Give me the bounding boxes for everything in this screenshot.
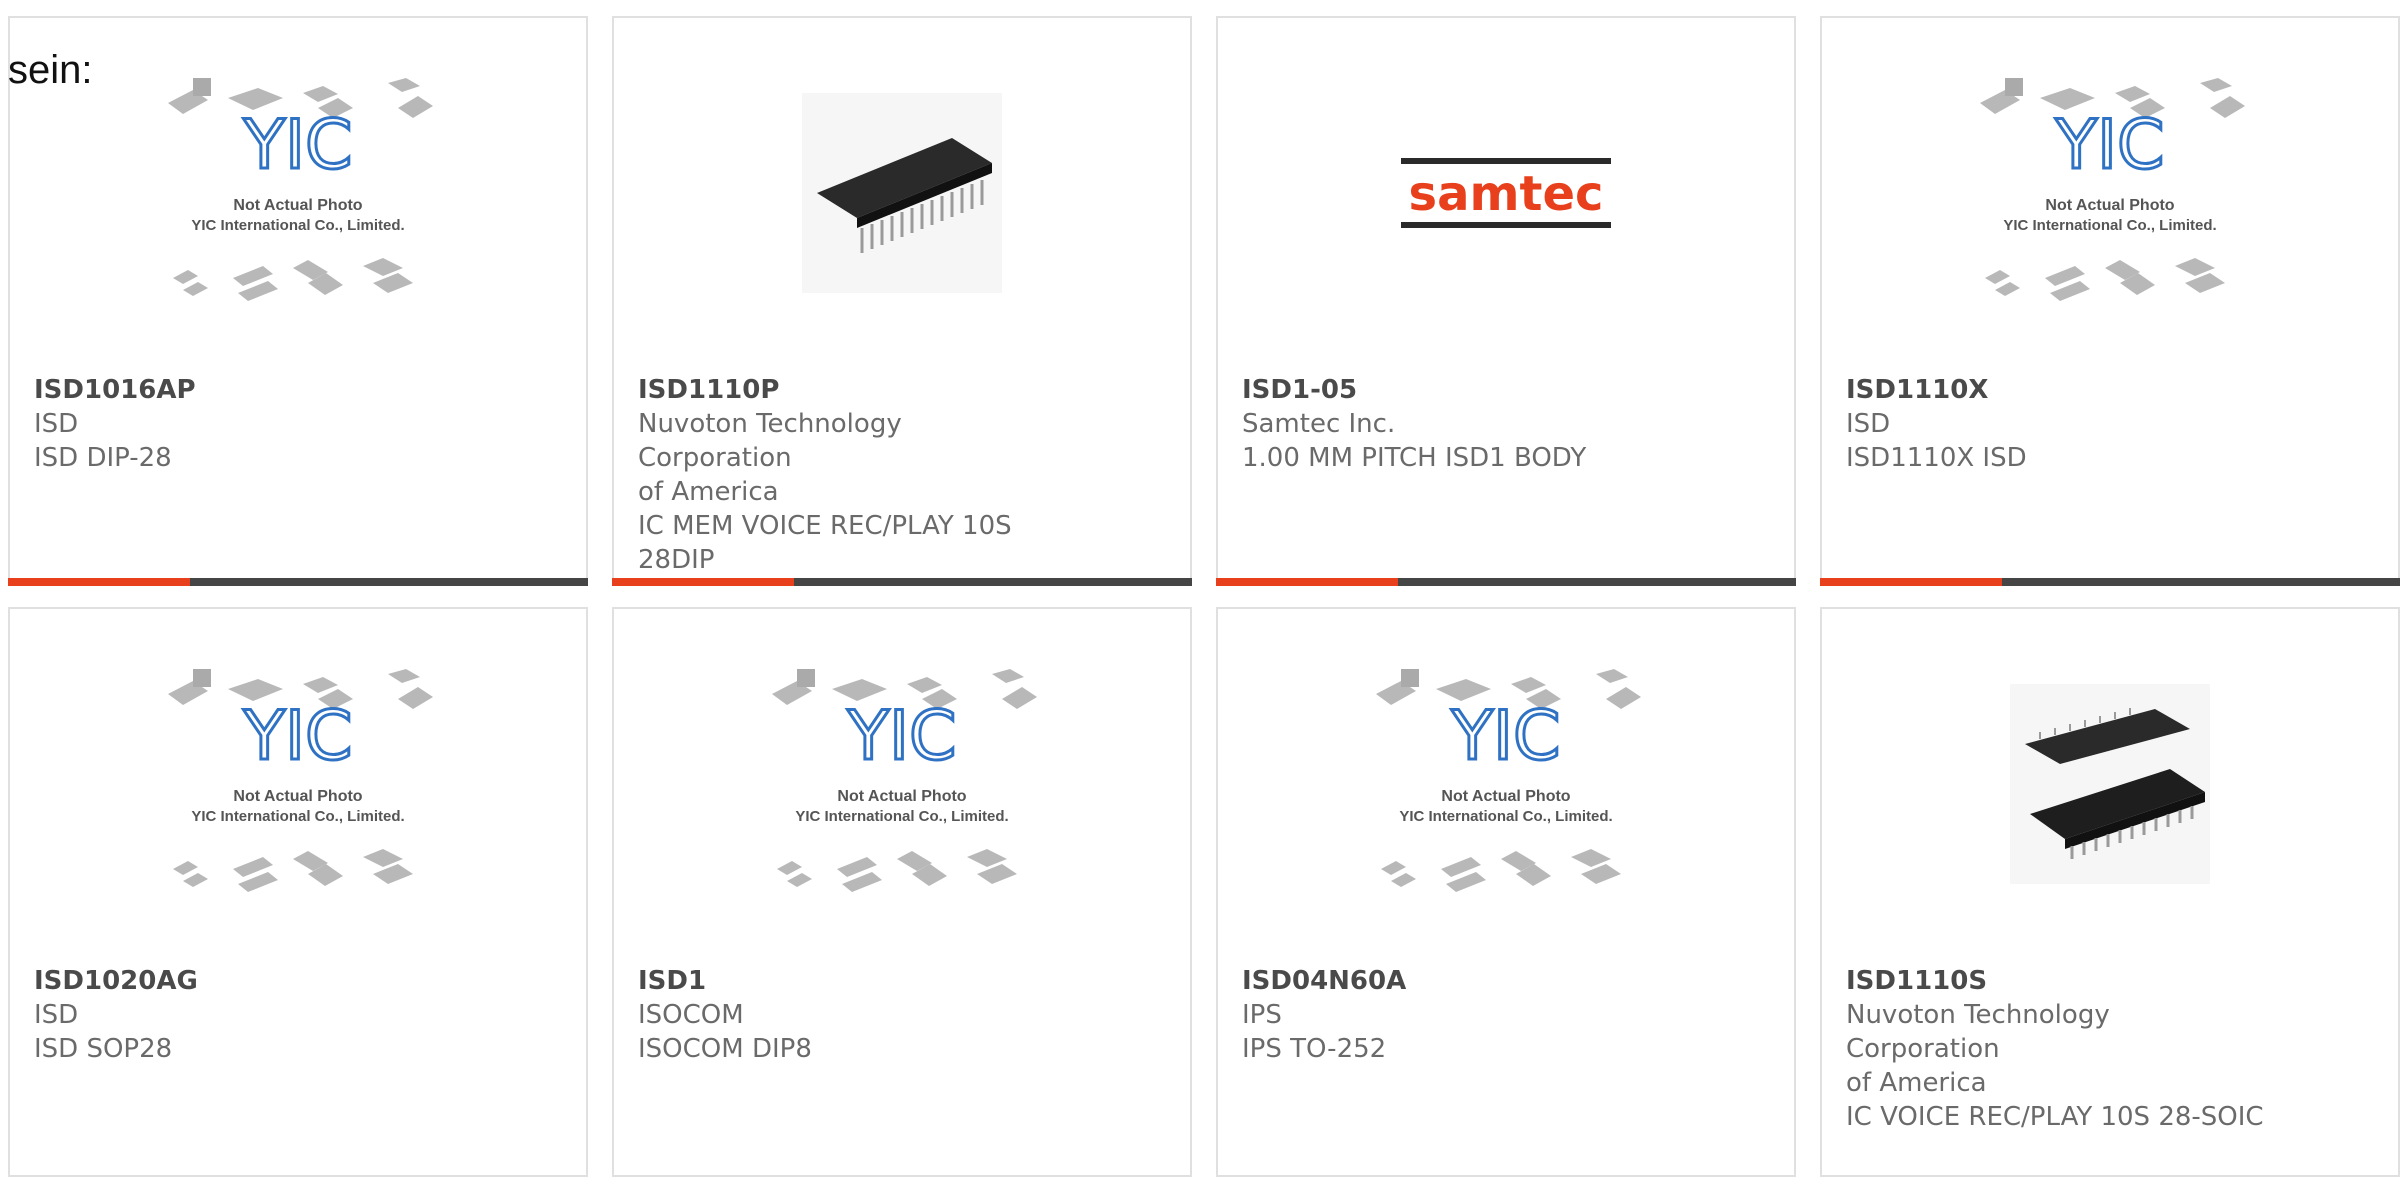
product-info: ISD1020AG ISD ISD SOP28: [34, 964, 562, 1066]
yic-logo: YIC: [242, 697, 352, 776]
product-card[interactable]: ISD1110P Nuvoton Technology Corporation …: [612, 16, 1192, 586]
product-image[interactable]: YIC Not Actual Photo YIC International C…: [10, 18, 586, 368]
manufacturer-cont: of America: [1846, 1068, 1987, 1098]
yic-placeholder-image: YIC Not Actual Photo YIC International C…: [1376, 669, 1641, 892]
card-accent-bar: [8, 578, 190, 586]
product-image[interactable]: [1822, 609, 2398, 959]
yic-logo: YIC: [242, 106, 352, 185]
yic-logo: YIC: [846, 697, 956, 776]
part-number[interactable]: ISD1-05: [1242, 373, 1770, 407]
description: IPS TO-252: [1242, 1034, 1387, 1064]
samtec-logo: samtec: [1409, 166, 1604, 222]
product-image[interactable]: samtec: [1218, 18, 1794, 368]
svg-text:Not Actual Photo: Not Actual Photo: [837, 788, 966, 805]
product-card[interactable]: ISD1110S Nuvoton Technology Corporation …: [1820, 607, 2400, 1177]
description: IC MEM VOICE REC/PLAY 10S: [638, 511, 1012, 541]
part-number[interactable]: ISD04N60A: [1242, 964, 1770, 998]
manufacturer: ISD: [34, 409, 79, 439]
yic-placeholder-image: YIC Not Actual Photo YIC International C…: [168, 78, 433, 301]
dip-chip-image: [802, 93, 1002, 293]
manufacturer-cont: of America: [638, 477, 779, 507]
description: ISD SOP28: [34, 1034, 173, 1064]
card-accent-bar: [612, 578, 794, 586]
yic-placeholder-image: YIC Not Actual Photo YIC International C…: [772, 669, 1037, 892]
part-number[interactable]: ISD1110X: [1846, 373, 2374, 407]
svg-text:Not Actual Photo: Not Actual Photo: [233, 197, 362, 214]
part-number[interactable]: ISD1020AG: [34, 964, 562, 998]
product-image[interactable]: YIC Not Actual Photo YIC International C…: [614, 609, 1190, 959]
manufacturer: ISOCOM: [638, 1000, 744, 1030]
svg-text:Not Actual Photo: Not Actual Photo: [1441, 788, 1570, 805]
product-info: ISD1-05 Samtec Inc. 1.00 MM PITCH ISD1 B…: [1242, 373, 1770, 475]
card-bottom-bar: [612, 578, 1192, 586]
product-card[interactable]: YIC Not Actual Photo YIC International C…: [8, 16, 588, 586]
yic-logo: YIC: [2054, 106, 2164, 185]
svg-text:Not Actual Photo: Not Actual Photo: [2045, 197, 2174, 214]
svg-text:YIC International Co., Limited: YIC International Co., Limited.: [191, 217, 404, 234]
yic-logo: YIC: [1450, 697, 1560, 776]
svg-text:YIC International Co., Limited: YIC International Co., Limited.: [2003, 217, 2216, 234]
description: IC VOICE REC/PLAY 10S 28-SOIC: [1846, 1102, 2264, 1132]
product-info: ISD1110S Nuvoton Technology Corporation …: [1846, 964, 2374, 1134]
manufacturer: Nuvoton Technology Corporation: [638, 409, 902, 473]
product-image[interactable]: YIC Not Actual Photo YIC International C…: [1218, 609, 1794, 959]
product-card[interactable]: YIC Not Actual Photo YIC International C…: [612, 607, 1192, 1177]
card-accent-bar: [1820, 578, 2002, 586]
card-accent-bar: [1216, 578, 1398, 586]
product-info: ISD1 ISOCOM ISOCOM DIP8: [638, 964, 1166, 1066]
product-card[interactable]: YIC Not Actual Photo YIC International C…: [1216, 607, 1796, 1177]
svg-text:YIC International Co., Limited: YIC International Co., Limited.: [1399, 808, 1612, 825]
lead-text: sein:: [8, 48, 93, 92]
manufacturer: IPS: [1242, 1000, 1282, 1030]
svg-text:YIC International Co., Limited: YIC International Co., Limited.: [191, 808, 404, 825]
manufacturer: Nuvoton Technology Corporation: [1846, 1000, 2110, 1064]
product-info: ISD1110X ISD ISD1110X ISD: [1846, 373, 2374, 475]
yic-placeholder-image: YIC Not Actual Photo YIC International C…: [168, 669, 433, 892]
product-card[interactable]: YIC Not Actual Photo YIC International C…: [1820, 16, 2400, 586]
product-image[interactable]: [614, 18, 1190, 368]
product-image[interactable]: YIC Not Actual Photo YIC International C…: [1822, 18, 2398, 368]
soic-chip-image: [2010, 684, 2210, 884]
product-card[interactable]: samtec ISD1-05 Samtec Inc. 1.00 MM PITCH…: [1216, 16, 1796, 586]
part-number[interactable]: ISD1110S: [1846, 964, 2374, 998]
description: ISOCOM DIP8: [638, 1034, 812, 1064]
description: ISD DIP-28: [34, 443, 172, 473]
samtec-logo-image: samtec: [1401, 158, 1611, 228]
svg-text:YIC International Co., Limited: YIC International Co., Limited.: [795, 808, 1008, 825]
card-bottom-bar: [1820, 578, 2400, 586]
svg-text:Not Actual Photo: Not Actual Photo: [233, 788, 362, 805]
part-number[interactable]: ISD1: [638, 964, 1166, 998]
product-card[interactable]: YIC Not Actual Photo YIC International C…: [8, 607, 588, 1177]
product-info: ISD1016AP ISD ISD DIP-28: [34, 373, 562, 475]
part-number[interactable]: ISD1110P: [638, 373, 1166, 407]
card-bottom-bar: [1216, 578, 1796, 586]
yic-placeholder-image: YIC Not Actual Photo YIC International C…: [1980, 78, 2245, 301]
manufacturer: ISD: [1846, 409, 1891, 439]
product-info: ISD04N60A IPS IPS TO-252: [1242, 964, 1770, 1066]
description: 1.00 MM PITCH ISD1 BODY: [1242, 443, 1587, 473]
product-grid: YIC Not Actual Photo YIC International C…: [0, 0, 2400, 1177]
product-image[interactable]: YIC Not Actual Photo YIC International C…: [10, 609, 586, 959]
description: ISD1110X ISD: [1846, 443, 2027, 473]
part-number[interactable]: ISD1016AP: [34, 373, 562, 407]
manufacturer: Samtec Inc.: [1242, 409, 1396, 439]
description-cont: 28DIP: [638, 545, 715, 575]
manufacturer: ISD: [34, 1000, 79, 1030]
product-info: ISD1110P Nuvoton Technology Corporation …: [638, 373, 1166, 577]
card-bottom-bar: [8, 578, 588, 586]
